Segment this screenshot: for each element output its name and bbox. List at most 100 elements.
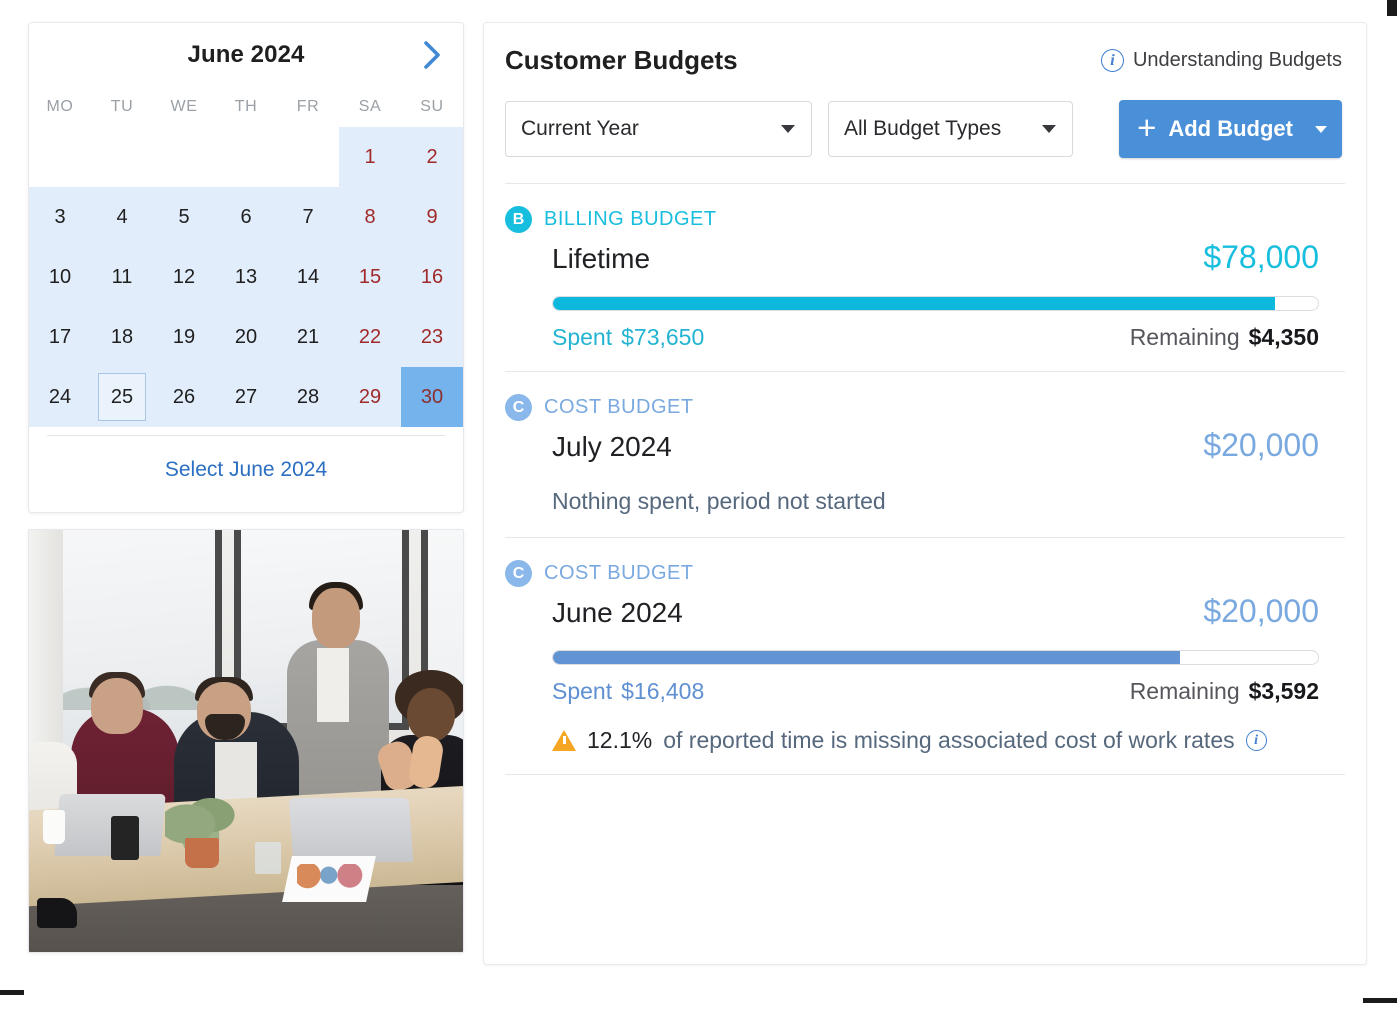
calendar-day-5[interactable]: 5 [153, 187, 215, 247]
calendar-day-13[interactable]: 13 [215, 247, 277, 307]
budget-item[interactable]: C COST BUDGET July 2024 $20,000 Nothing spen… [484, 372, 1366, 537]
calendar-day-18[interactable]: 18 [91, 307, 153, 367]
calendar-day-7[interactable]: 7 [277, 187, 339, 247]
calendar-grid: MO TU WE TH FR SA SU 1 2 3 4 5 6 7 8 9 10 11 12 13 14… [29, 87, 463, 427]
calendar-day-10[interactable]: 10 [29, 247, 91, 307]
calendar-day-label: 3 [54, 206, 66, 228]
budgets-toolbar: Current Year All Budget Types + Add Budg… [484, 76, 1366, 158]
weekday-header: MO [46, 98, 74, 115]
team-meeting-photo [28, 529, 464, 953]
calendar-day-21[interactable]: 21 [277, 307, 339, 367]
calendar-day-16[interactable]: 16 [401, 247, 463, 307]
budget-amount: $20,000 [1203, 593, 1319, 629]
calendar-day-1[interactable]: 1 [339, 127, 401, 187]
warning-triangle-icon [552, 730, 576, 751]
edge-artifact-bottom-right [1363, 998, 1397, 1003]
calendar-day-26[interactable]: 26 [153, 367, 215, 427]
calendar-day-label: 20 [234, 326, 258, 348]
chevron-right-icon[interactable] [415, 38, 449, 72]
budget-type-filter-select[interactable]: All Budget Types [828, 101, 1073, 157]
calendar-day-label: 15 [358, 266, 382, 288]
budget-remaining-value: $3,592 [1248, 678, 1319, 704]
calendar-body: 1 2 3 4 5 6 7 8 9 10 11 12 13 14 15 16 17 18 19 20 21 22 23 24 2… [29, 127, 463, 427]
customer-budgets-panel: Customer Budgets i Understanding Budgets… [483, 22, 1367, 965]
calendar-day-empty [277, 127, 339, 187]
budget-period: Lifetime [552, 243, 651, 274]
calendar-day-empty [91, 127, 153, 187]
budget-main-row: July 2024 $20,000 [505, 423, 1345, 464]
calendar-month-title: June 2024 [187, 41, 305, 68]
calendar-day-8[interactable]: 8 [339, 187, 401, 247]
panel-header: Customer Budgets i Understanding Budgets [484, 23, 1366, 76]
calendar-day-14[interactable]: 14 [277, 247, 339, 307]
photo-coffee-cup [43, 810, 65, 844]
budget-type-row: C COST BUDGET [505, 560, 1345, 587]
calendar-day-label: 24 [48, 386, 72, 408]
photo-shoe [37, 898, 77, 928]
budget-item[interactable]: B BILLING BUDGET Lifetime $78,000 Spent $73,6… [484, 184, 1366, 371]
calendar-day-label: 1 [364, 146, 376, 168]
info-circle-icon[interactable]: i [1245, 730, 1267, 751]
calendar-day-19[interactable]: 19 [153, 307, 215, 367]
info-circle-icon: i [1100, 49, 1124, 72]
calendar-day-23[interactable]: 23 [401, 307, 463, 367]
budget-type-row: B BILLING BUDGET [505, 206, 1345, 233]
calendar-day-20[interactable]: 20 [215, 307, 277, 367]
period-filter-select[interactable]: Current Year [505, 101, 812, 157]
calendar-week-row: 10 11 12 13 14 15 16 [29, 247, 463, 307]
calendar-day-27[interactable]: 27 [215, 367, 277, 427]
photo-pen-holder [111, 816, 139, 860]
warning-percent: 12.1% [587, 727, 653, 753]
budget-type-label: COST BUDGET [544, 396, 694, 418]
budget-amount: $78,000 [1203, 239, 1319, 275]
budget-item[interactable]: C COST BUDGET June 2024 $20,000 Spent $16,408… [484, 538, 1366, 774]
calendar-day-label: 19 [172, 326, 196, 348]
calendar-day-6[interactable]: 6 [215, 187, 277, 247]
photo-person-standing-head [312, 588, 360, 648]
plus-icon: + [1137, 109, 1157, 146]
calendar-day-label: 30 [420, 386, 444, 408]
page-root: June 2024 MO TU WE TH FR SA SU 1 2 3 4 5… [0, 0, 1397, 1009]
caret-down-icon[interactable] [1315, 125, 1327, 133]
calendar-day-25[interactable]: 25 [91, 367, 153, 427]
budget-type-filter-value: All Budget Types [844, 117, 1002, 140]
calendar-day-label: 6 [240, 206, 252, 228]
photo-person-right-head [407, 688, 455, 742]
calendar-day-28[interactable]: 28 [277, 367, 339, 427]
calendar-day-17[interactable]: 17 [29, 307, 91, 367]
weekday-header: SU [420, 98, 444, 115]
weekday-header: TU [110, 98, 134, 115]
calendar-day-label: 8 [364, 206, 376, 228]
calendar-day-empty [153, 127, 215, 187]
calendar-day-24[interactable]: 24 [29, 367, 91, 427]
budget-remaining-label: Remaining [1129, 324, 1240, 350]
calendar-day-4[interactable]: 4 [91, 187, 153, 247]
calendar-day-2[interactable]: 2 [401, 127, 463, 187]
calendar-day-30[interactable]: 30 [401, 367, 463, 427]
photo-plant-pot [185, 838, 219, 868]
budget-spent-label: Spent [552, 324, 613, 350]
add-budget-button[interactable]: + Add Budget [1119, 100, 1342, 158]
calendar-day-9[interactable]: 9 [401, 187, 463, 247]
calendar-day-12[interactable]: 12 [153, 247, 215, 307]
budget-progress-bar [552, 296, 1319, 311]
calendar-day-label: 23 [420, 326, 444, 348]
calendar-day-15[interactable]: 15 [339, 247, 401, 307]
budget-period: June 2024 [552, 597, 683, 628]
photo-laptop-left [54, 794, 166, 856]
calendar-day-label: 28 [296, 386, 320, 408]
budget-progress-fill [553, 651, 1181, 664]
calendar-day-3[interactable]: 3 [29, 187, 91, 247]
budget-type-label: COST BUDGET [544, 562, 694, 584]
calendar-week-row: 24 25 26 27 28 29 30 [29, 367, 463, 427]
calendar-day-label: 11 [111, 266, 133, 288]
calendar-day-29[interactable]: 29 [339, 367, 401, 427]
budget-footer-row: Spent $73,650 Remaining $4,350 [505, 311, 1345, 351]
calendar-day-22[interactable]: 22 [339, 307, 401, 367]
understanding-budgets-link[interactable]: i Understanding Budgets [1100, 49, 1342, 72]
select-month-link[interactable]: Select June 2024 [29, 436, 463, 506]
calendar-day-11[interactable]: 11 [91, 247, 153, 307]
calendar-weekday-row: MO TU WE TH FR SA SU [29, 87, 463, 127]
budget-spent: Spent $16,408 [552, 678, 704, 705]
add-budget-label: Add Budget [1168, 116, 1293, 141]
